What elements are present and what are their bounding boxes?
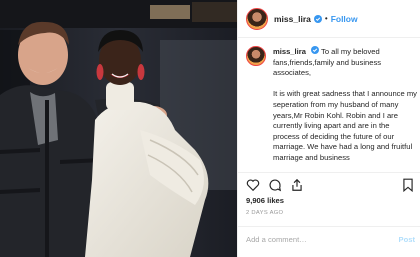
post-comment-button[interactable]: Post bbox=[399, 235, 415, 244]
verified-badge-icon bbox=[311, 46, 320, 54]
header-username[interactable]: miss_lira bbox=[274, 14, 311, 24]
caption-text: miss_lira To all my beloved fans,friends… bbox=[273, 46, 418, 164]
share-icon[interactable] bbox=[290, 178, 304, 192]
post-photo[interactable] bbox=[0, 0, 237, 257]
comment-bar: Post bbox=[238, 226, 420, 257]
likes-count[interactable]: 9,906 likes bbox=[246, 196, 284, 205]
caption-avatar[interactable] bbox=[246, 46, 266, 66]
header-separator: • bbox=[324, 14, 328, 23]
comment-input[interactable] bbox=[246, 235, 386, 244]
heart-icon[interactable] bbox=[246, 178, 260, 192]
post-photo-illustration bbox=[0, 0, 237, 257]
avatar[interactable] bbox=[246, 7, 268, 30]
post-header: miss_lira • Follow bbox=[238, 0, 420, 38]
post-side-panel: miss_lira • Follow miss_lira To all my b… bbox=[237, 0, 420, 257]
verified-badge-icon bbox=[313, 14, 322, 23]
caption-paragraph-2: It is with great sadness that I announce… bbox=[273, 89, 417, 162]
action-bar bbox=[238, 172, 420, 194]
post-timestamp[interactable]: 2 DAYS AGO bbox=[246, 210, 283, 216]
post-caption: miss_lira To all my beloved fans,friends… bbox=[246, 46, 418, 164]
comment-icon[interactable] bbox=[268, 178, 282, 192]
bookmark-icon[interactable] bbox=[401, 178, 415, 192]
caption-username[interactable]: miss_lira bbox=[273, 47, 306, 56]
follow-button[interactable]: Follow bbox=[331, 14, 358, 24]
